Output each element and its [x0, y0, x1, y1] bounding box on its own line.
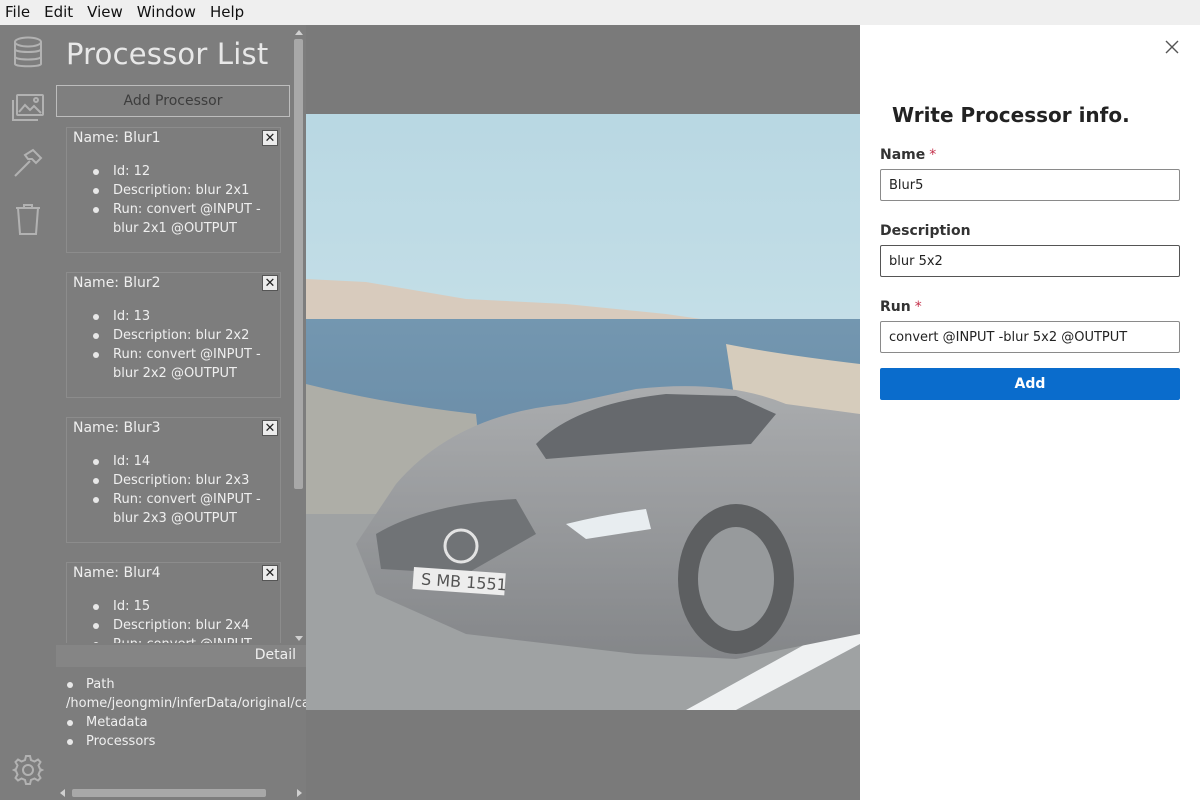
image-viewer: S MB 1551 — [306, 25, 860, 800]
menu-bar: File Edit View Window Help — [0, 0, 1200, 25]
photo-overlay — [306, 114, 860, 710]
required-marker: * — [914, 299, 922, 315]
detail-item-path: Path /home/jeongmin/inferData/original/c… — [66, 675, 306, 713]
close-icon[interactable]: ✕ — [262, 565, 278, 581]
processor-run: Run: convert @INPUT -blur 2x2 @OUTPUT — [93, 345, 281, 383]
detail-item-metadata: Metadata — [66, 713, 306, 732]
scroll-down-arrow-icon[interactable] — [295, 636, 303, 641]
scrollbar-thumb[interactable] — [72, 789, 266, 797]
description-label-text: Description — [880, 223, 971, 239]
processor-card[interactable]: Name: Blur2 ✕ Id: 13 Description: blur 2… — [66, 272, 281, 398]
processor-id: Id: 12 — [93, 162, 281, 181]
image-gallery-icon[interactable] — [10, 90, 46, 126]
close-icon[interactable] — [1162, 37, 1182, 57]
processor-run: Run: convert @INPUT -blur 2x3 @OUTPUT — [93, 490, 281, 528]
menu-file[interactable]: File — [5, 0, 36, 25]
trash-icon[interactable] — [10, 201, 46, 237]
hammer-icon[interactable] — [10, 145, 46, 181]
detail-title: Detail — [254, 647, 296, 663]
processor-description: Description: blur 2x4 — [93, 616, 281, 635]
run-label: Run * — [880, 299, 922, 315]
processor-list-panel: Processor List Add Processor Name: Blur1… — [56, 25, 306, 645]
processor-card[interactable]: Name: Blur4 ✕ Id: 15 Description: blur 2… — [66, 562, 281, 643]
required-marker: * — [929, 147, 937, 163]
menu-edit[interactable]: Edit — [44, 0, 79, 25]
processor-run: Run: convert @INPUT -blur 2x1 @OUTPUT — [93, 200, 281, 238]
close-icon[interactable]: ✕ — [262, 275, 278, 291]
menu-view[interactable]: View — [87, 0, 129, 25]
processor-card[interactable]: Name: Blur1 ✕ Id: 12 Description: blur 2… — [66, 127, 281, 253]
processor-card[interactable]: Name: Blur3 ✕ Id: 14 Description: blur 2… — [66, 417, 281, 543]
database-icon[interactable] — [10, 35, 46, 71]
processor-description: Description: blur 2x2 — [93, 326, 281, 345]
menu-help[interactable]: Help — [210, 0, 250, 25]
processor-id: Id: 13 — [93, 307, 281, 326]
scroll-right-arrow-icon[interactable] — [297, 789, 302, 797]
write-processor-dialog: Write Processor info. Name* Description … — [860, 25, 1200, 800]
scrollbar-thumb[interactable] — [294, 39, 303, 489]
scroll-left-arrow-icon[interactable] — [60, 789, 65, 797]
car-photo: S MB 1551 — [306, 114, 860, 710]
run-label-text: Run — [880, 299, 911, 315]
detail-path-label: Path — [86, 677, 115, 692]
processor-name: Name: Blur2 — [73, 275, 161, 291]
run-input[interactable] — [880, 321, 1180, 353]
processor-description: Description: blur 2x1 — [93, 181, 281, 200]
detail-header: Detail — [56, 645, 306, 667]
processor-id: Id: 14 — [93, 452, 281, 471]
dialog-title: Write Processor info. — [892, 103, 1130, 127]
name-label: Name * — [880, 147, 936, 163]
close-icon[interactable]: ✕ — [262, 420, 278, 436]
icon-rail — [0, 25, 56, 800]
add-processor-button[interactable]: Add Processor — [56, 85, 290, 117]
add-button[interactable]: Add — [880, 368, 1180, 400]
detail-path-value: /home/jeongmin/inferData/original/car — [66, 696, 306, 711]
panel-title: Processor List — [66, 37, 269, 71]
processor-name: Name: Blur4 — [73, 565, 161, 581]
horizontal-scrollbar[interactable] — [56, 785, 306, 800]
name-input[interactable] — [880, 169, 1180, 201]
processor-run: Run: convert @INPUT -blur 2x4 @OUTPUT — [93, 635, 281, 643]
vertical-scrollbar[interactable] — [291, 25, 306, 645]
description-input[interactable] — [880, 245, 1180, 277]
name-label-text: Name — [880, 147, 926, 163]
settings-gear-icon[interactable] — [10, 752, 46, 788]
processor-id: Id: 15 — [93, 597, 281, 616]
scroll-up-arrow-icon[interactable] — [295, 30, 303, 35]
description-label: Description — [880, 223, 971, 239]
processor-cards[interactable]: Name: Blur1 ✕ Id: 12 Description: blur 2… — [66, 127, 281, 643]
processor-description: Description: blur 2x3 — [93, 471, 281, 490]
detail-body: Path /home/jeongmin/inferData/original/c… — [56, 667, 306, 785]
close-icon[interactable]: ✕ — [262, 130, 278, 146]
processor-name: Name: Blur1 — [73, 130, 161, 146]
processor-name: Name: Blur3 — [73, 420, 161, 436]
detail-item-processors: Processors — [66, 732, 306, 751]
menu-window[interactable]: Window — [137, 0, 202, 25]
